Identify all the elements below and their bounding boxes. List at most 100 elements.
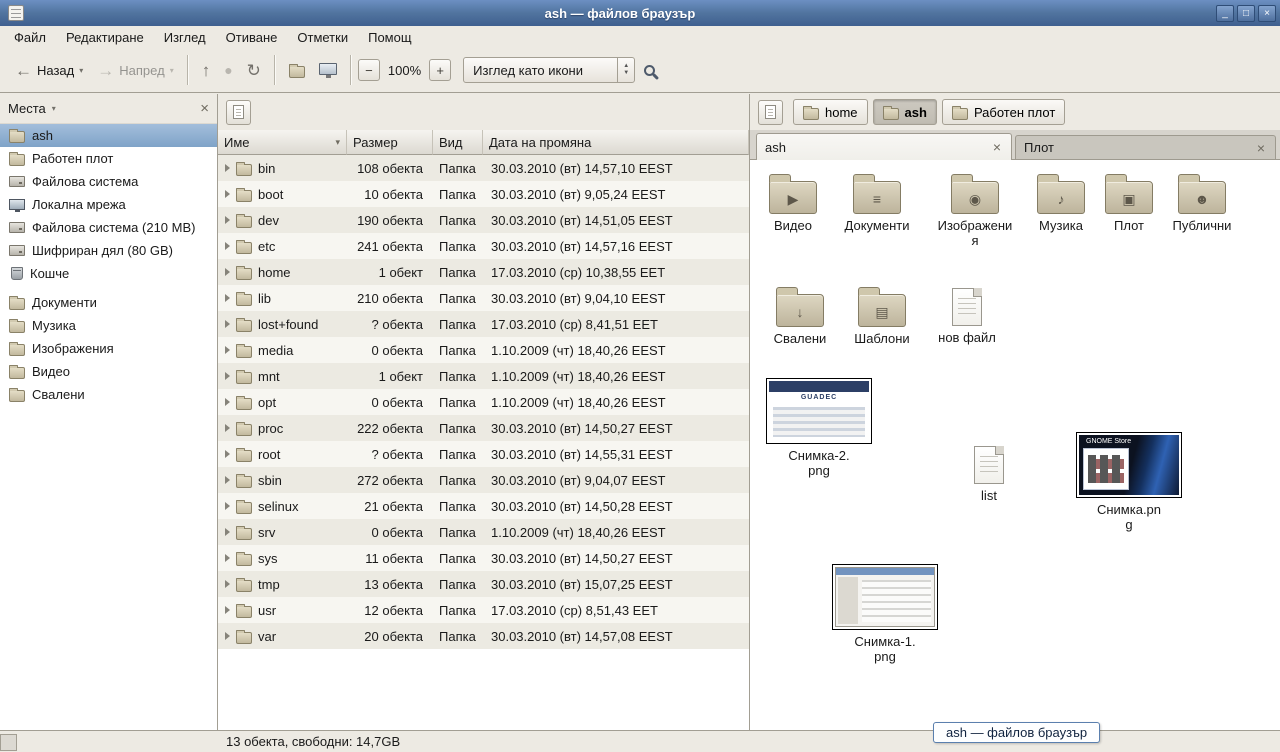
sidebar-item[interactable]: Документи	[0, 291, 217, 314]
close-button[interactable]: ×	[1258, 5, 1276, 22]
close-icon[interactable]: ×	[1255, 140, 1267, 156]
expander-icon[interactable]	[225, 242, 230, 250]
canvas-item[interactable]: ▶Видео	[751, 172, 835, 234]
sidebar-close-button[interactable]: ×	[200, 100, 209, 117]
menu-item[interactable]: Отметки	[287, 28, 358, 47]
stop-button[interactable]: ●	[217, 58, 239, 82]
table-row[interactable]: root? обектаПапка30.03.2010 (вт) 14,55,3…	[218, 441, 749, 467]
expander-icon[interactable]	[225, 606, 230, 614]
sidebar-item[interactable]: Локална мрежа	[0, 193, 217, 216]
home-button[interactable]	[282, 58, 312, 83]
pathbar-button[interactable]: ash	[873, 99, 937, 125]
expander-icon[interactable]	[225, 580, 230, 588]
table-row[interactable]: proc222 обектаПапка30.03.2010 (вт) 14,50…	[218, 415, 749, 441]
column-header-name[interactable]: Име ▾	[218, 130, 347, 155]
sidebar-item[interactable]: Файлова система	[0, 170, 217, 193]
canvas-item[interactable]: ☻Публични	[1160, 172, 1244, 234]
zoom-in-button[interactable]: +	[429, 59, 451, 81]
zoom-out-button[interactable]: −	[358, 59, 380, 81]
up-button[interactable]: ↑	[195, 57, 218, 84]
menu-item[interactable]: Файл	[4, 28, 56, 47]
expander-icon[interactable]	[225, 268, 230, 276]
table-row[interactable]: srv0 обектаПапка1.10.2009 (чт) 18,40,26 …	[218, 519, 749, 545]
expander-icon[interactable]	[225, 346, 230, 354]
table-row[interactable]: boot10 обектаПапка30.03.2010 (вт) 9,05,2…	[218, 181, 749, 207]
tab[interactable]: Плот×	[1015, 135, 1276, 159]
menu-item[interactable]: Помощ	[358, 28, 421, 47]
close-icon[interactable]: ×	[991, 139, 1003, 155]
pathbar-button[interactable]: Работен плот	[942, 99, 1065, 125]
canvas-item[interactable]: GUADECСнимка-2.png	[766, 378, 872, 479]
computer-button[interactable]	[312, 58, 344, 83]
table-row[interactable]: home1 обектПапка17.03.2010 (ср) 10,38,55…	[218, 259, 749, 285]
canvas-item[interactable]: list	[947, 446, 1031, 504]
expander-icon[interactable]	[225, 476, 230, 484]
table-row[interactable]: bin108 обектаПапка30.03.2010 (вт) 14,57,…	[218, 155, 749, 181]
back-dropdown-icon[interactable]: ▾	[79, 66, 83, 75]
reload-button[interactable]: ↻	[240, 57, 268, 84]
table-row[interactable]: tmp13 обектаПапка30.03.2010 (вт) 15,07,2…	[218, 571, 749, 597]
icon-canvas[interactable]: ▶Видео≡Документи◉Изображения♪Музика▣Плот…	[750, 160, 1280, 730]
expander-icon[interactable]	[225, 320, 230, 328]
canvas-item[interactable]: нов файл	[925, 288, 1009, 346]
back-button[interactable]: ← Назад ▾	[8, 57, 90, 84]
sidebar-item[interactable]: Кошче	[0, 262, 217, 285]
canvas-item[interactable]: GNOME StoreСнимка.png	[1076, 432, 1182, 533]
titlebar[interactable]: ash — файлов браузър _ □ ×	[0, 0, 1280, 26]
table-row[interactable]: sbin272 обектаПапка30.03.2010 (вт) 9,04,…	[218, 467, 749, 493]
maximize-button[interactable]: □	[1237, 5, 1255, 22]
expander-icon[interactable]	[225, 554, 230, 562]
tab[interactable]: ash×	[756, 133, 1012, 160]
expander-icon[interactable]	[225, 216, 230, 224]
pathbar-button[interactable]: home	[793, 99, 868, 125]
canvas-item[interactable]: ↓Свалени	[758, 285, 842, 347]
view-mode-select[interactable]: Изглед като икони ▲▼	[463, 57, 635, 83]
column-header-type[interactable]: Вид	[433, 130, 483, 155]
canvas-item[interactable]: ≡Документи	[835, 172, 919, 234]
menu-item[interactable]: Отиване	[216, 28, 288, 47]
sidebar-item[interactable]: Свалени	[0, 383, 217, 406]
expander-icon[interactable]	[225, 294, 230, 302]
expander-icon[interactable]	[225, 528, 230, 536]
sidebar-item[interactable]: Файлова система (210 MB)	[0, 216, 217, 239]
expander-icon[interactable]	[225, 372, 230, 380]
sidebar-item[interactable]: Видео	[0, 360, 217, 383]
canvas-item[interactable]: ◉Изображения	[933, 172, 1017, 249]
table-row[interactable]: dev190 обектаПапка30.03.2010 (вт) 14,51,…	[218, 207, 749, 233]
table-row[interactable]: lost+found? обектаПапка17.03.2010 (ср) 8…	[218, 311, 749, 337]
canvas-item[interactable]: ▤Шаблони	[840, 285, 924, 347]
table-row[interactable]: lib210 обектаПапка30.03.2010 (вт) 9,04,1…	[218, 285, 749, 311]
resize-grip[interactable]	[0, 734, 17, 751]
sidebar-item[interactable]: Шифриран дял (80 GB)	[0, 239, 217, 262]
canvas-item[interactable]: ▣Плот	[1087, 172, 1171, 234]
table-row[interactable]: var20 обектаПапка30.03.2010 (вт) 14,57,0…	[218, 623, 749, 649]
canvas-item[interactable]: Снимка-1.png	[832, 564, 938, 665]
sidebar-item[interactable]: Изображения	[0, 337, 217, 360]
sidebar-item[interactable]: ash	[0, 124, 217, 147]
forward-button[interactable]: → Напред ▾	[90, 57, 180, 84]
menu-item[interactable]: Редактиране	[56, 28, 154, 47]
column-header-modified[interactable]: Дата на промяна	[483, 130, 749, 155]
search-button[interactable]	[635, 58, 668, 83]
column-header-size[interactable]: Размер	[347, 130, 433, 155]
expander-icon[interactable]	[225, 632, 230, 640]
table-row[interactable]: usr12 обектаПапка17.03.2010 (ср) 8,51,43…	[218, 597, 749, 623]
expander-icon[interactable]	[225, 164, 230, 172]
expander-icon[interactable]	[225, 424, 230, 432]
sidebar-item[interactable]: Музика	[0, 314, 217, 337]
sidebar-item[interactable]: Работен плот	[0, 147, 217, 170]
notes-button[interactable]	[758, 100, 783, 125]
table-row[interactable]: sys11 обектаПапка30.03.2010 (вт) 14,50,2…	[218, 545, 749, 571]
table-row[interactable]: mnt1 обектПапка1.10.2009 (чт) 18,40,26 E…	[218, 363, 749, 389]
expander-icon[interactable]	[225, 502, 230, 510]
minimize-button[interactable]: _	[1216, 5, 1234, 22]
spinner-icons[interactable]: ▲▼	[617, 58, 634, 82]
expander-icon[interactable]	[225, 190, 230, 198]
table-row[interactable]: selinux21 обектаПапка30.03.2010 (вт) 14,…	[218, 493, 749, 519]
table-row[interactable]: opt0 обектаПапка1.10.2009 (чт) 18,40,26 …	[218, 389, 749, 415]
notes-button[interactable]	[226, 100, 251, 125]
table-row[interactable]: media0 обектаПапка1.10.2009 (чт) 18,40,2…	[218, 337, 749, 363]
expander-icon[interactable]	[225, 450, 230, 458]
table-row[interactable]: etc241 обектаПапка30.03.2010 (вт) 14,57,…	[218, 233, 749, 259]
menu-item[interactable]: Изглед	[154, 28, 216, 47]
